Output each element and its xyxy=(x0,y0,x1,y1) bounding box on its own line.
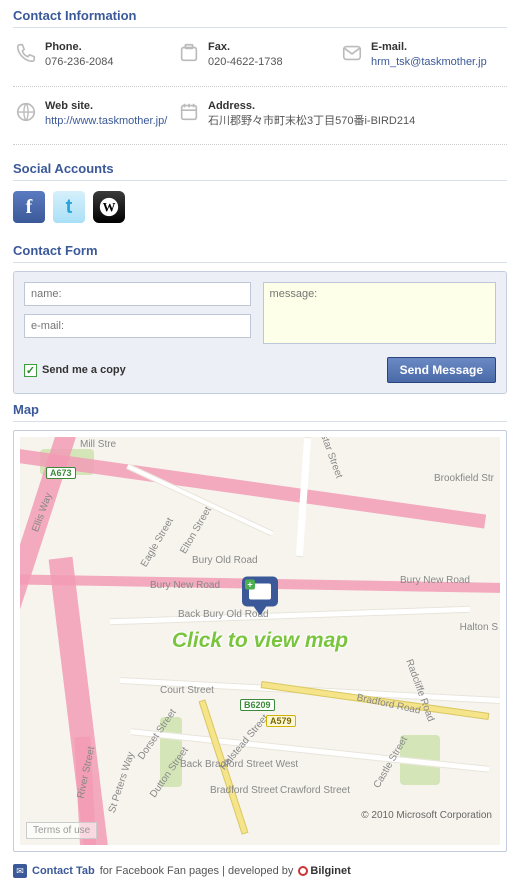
contact-grid-2: Web site. http://www.taskmother.jp/ Addr… xyxy=(13,95,507,145)
road-label: Elton Street xyxy=(178,505,214,556)
message-textarea[interactable] xyxy=(263,282,496,344)
fax-item: Fax. 020-4622-1738 xyxy=(176,36,339,80)
address-value: 石川郡野々市町末松3丁目570番i-BIRD214 xyxy=(208,114,415,129)
road-label: Mill Stre xyxy=(80,439,116,450)
social-section: Social Accounts f t W xyxy=(0,153,520,235)
social-row: f t W xyxy=(13,189,507,235)
address-label: Address. xyxy=(208,99,415,114)
form-section: Contact Form ✓ Send me a copy Send Messa… xyxy=(0,235,520,394)
footer-text: for Facebook Fan pages | developed by xyxy=(100,865,294,877)
road-label: Crawford Street xyxy=(280,785,350,796)
developer-link[interactable]: Bilginet xyxy=(298,865,350,877)
contact-tab-link[interactable]: Contact Tab xyxy=(32,865,95,877)
phone-label: Phone. xyxy=(45,40,114,55)
twitter-icon[interactable]: t xyxy=(53,191,85,223)
divider xyxy=(13,144,507,145)
contact-tab-icon: ✉ xyxy=(13,864,27,878)
contact-information-section: Contact Information Phone. 076-236-2084 … xyxy=(0,0,520,145)
road-label: Back Bradford Street West xyxy=(180,759,298,770)
svg-text:W: W xyxy=(103,201,116,215)
form-title: Contact Form xyxy=(13,243,507,263)
social-title: Social Accounts xyxy=(13,161,507,181)
road-shield: A673 xyxy=(46,467,76,479)
map-terms-link[interactable]: Terms of use xyxy=(26,822,97,839)
road xyxy=(110,606,470,626)
send-copy-checkbox[interactable]: ✓ Send me a copy xyxy=(24,364,126,377)
email-item: E-mail. hrm_tsk@taskmother.jp xyxy=(339,36,502,80)
email-icon xyxy=(339,40,365,66)
email-value[interactable]: hrm_tsk@taskmother.jp xyxy=(371,55,487,70)
globe-icon xyxy=(13,99,39,125)
road-label: Kostar Street xyxy=(314,437,344,480)
web-label: Web site. xyxy=(45,99,167,114)
road-label: St Peters Way xyxy=(107,751,137,815)
contact-info-title: Contact Information xyxy=(13,8,507,28)
form-container: ✓ Send me a copy Send Message xyxy=(13,271,507,394)
road-label: Bury New Road xyxy=(400,575,470,586)
email-input[interactable] xyxy=(24,314,251,338)
send-message-button[interactable]: Send Message xyxy=(387,357,496,383)
road-label: Bradford Street xyxy=(210,785,278,796)
name-input[interactable] xyxy=(24,282,251,306)
phone-item: Phone. 076-236-2084 xyxy=(13,36,176,80)
address-item: Address. 石川郡野々市町末松3丁目570番i-BIRD214 xyxy=(176,95,502,139)
road-label: Court Street xyxy=(160,685,214,696)
map-section: Map Mill Stre Kostar Street Brookf xyxy=(0,394,520,852)
road-shield: A579 xyxy=(266,715,296,727)
road-label: Eagle Street xyxy=(139,516,176,569)
phone-icon xyxy=(13,40,39,66)
road-label: Halton S xyxy=(460,622,498,633)
contact-grid: Phone. 076-236-2084 Fax. 020-4622-1738 E… xyxy=(13,36,507,86)
road-label: Bury New Road xyxy=(150,580,220,591)
map-pin-icon: + xyxy=(242,577,278,616)
map[interactable]: Mill Stre Kostar Street Brookfield Str E… xyxy=(20,437,500,845)
email-label: E-mail. xyxy=(371,40,487,55)
click-to-view-text: Click to view map xyxy=(172,629,348,653)
road-label: Bury Old Road xyxy=(192,555,258,566)
facebook-icon[interactable]: f xyxy=(13,191,45,223)
fax-value: 020-4622-1738 xyxy=(208,55,283,70)
address-icon xyxy=(176,99,202,125)
wordpress-icon[interactable]: W xyxy=(93,191,125,223)
send-copy-label: Send me a copy xyxy=(42,364,126,376)
map-title: Map xyxy=(13,402,507,422)
fax-label: Fax. xyxy=(208,40,283,55)
footer: ✉ Contact Tab for Facebook Fan pages | d… xyxy=(0,852,520,894)
phone-value: 076-236-2084 xyxy=(45,55,114,70)
divider xyxy=(13,86,507,87)
road-label: Brookfield Str xyxy=(434,473,494,484)
web-value[interactable]: http://www.taskmother.jp/ xyxy=(45,114,167,129)
web-item: Web site. http://www.taskmother.jp/ xyxy=(13,95,176,139)
map-copyright: © 2010 Microsoft Corporation xyxy=(361,810,492,821)
checkbox-checked-icon: ✓ xyxy=(24,364,37,377)
map-container: Mill Stre Kostar Street Brookfield Str E… xyxy=(13,430,507,852)
road-shield: B6209 xyxy=(240,699,275,711)
fax-icon xyxy=(176,40,202,66)
